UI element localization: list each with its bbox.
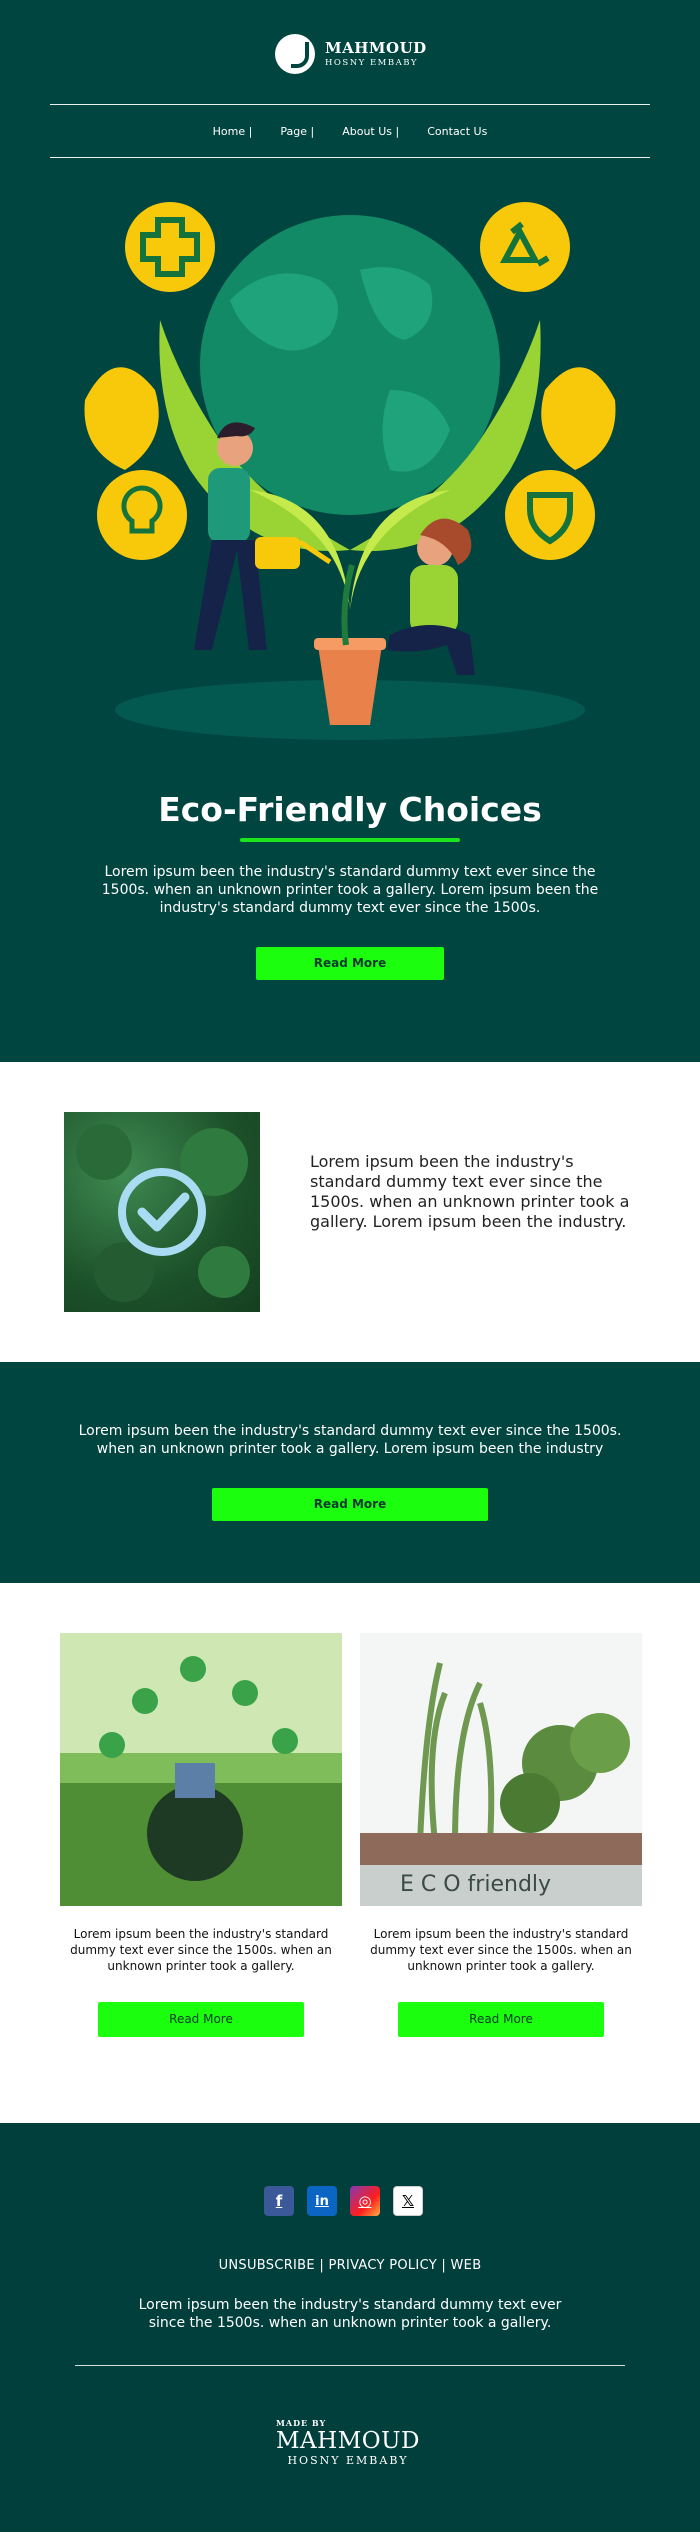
card-2-text: Lorem ipsum been the industry's standard… <box>370 1927 632 1973</box>
nav-contact-us[interactable]: Contact Us <box>413 125 501 138</box>
nav-page[interactable]: Page | <box>266 125 328 138</box>
feature-section: Lorem ipsum been the industry's standard… <box>0 1062 700 1362</box>
footer-links: UNSUBSCRIBE | PRIVACY POLICY | WEB <box>218 2258 482 2273</box>
made-by-subtitle: HOSNY EMBABY <box>287 2454 409 2467</box>
title-underline <box>240 838 460 842</box>
x-icon[interactable]: 𝕏 <box>393 2186 423 2216</box>
lightbulb-icon <box>97 470 187 560</box>
eco-illustration <box>84 202 616 740</box>
hero-title: Eco-Friendly Choices <box>158 790 542 829</box>
band-text: Lorem ipsum been the industry's standard… <box>78 1423 622 1457</box>
eco-globe-image <box>60 1633 342 1906</box>
footer-text: Lorem ipsum been the industry's standard… <box>138 2297 562 2331</box>
health-cross-icon <box>125 202 215 292</box>
forest-checkmark-image <box>64 1112 260 1312</box>
eco-friendly-plants-image: E C O friendly <box>360 1633 642 1906</box>
main-nav: Home | Page | About Us | Contact Us <box>0 125 700 138</box>
footer-divider <box>75 2365 625 2366</box>
card-1-read-more-button[interactable]: Read More <box>98 2002 304 2037</box>
recycle-icon <box>480 202 570 292</box>
feature-text: Lorem ipsum been the industry's standard… <box>310 1152 630 1231</box>
hero-text: Lorem ipsum been the industry's standard… <box>101 864 599 916</box>
hero-read-more-button[interactable]: Read More <box>256 947 444 980</box>
social-links: f in ◎ 𝕏 <box>264 2186 423 2216</box>
privacy-policy-link[interactable]: PRIVACY POLICY <box>328 2258 437 2273</box>
shield-icon <box>505 470 595 560</box>
web-link[interactable]: WEB <box>451 2258 482 2273</box>
instagram-icon[interactable]: ◎ <box>350 2186 380 2216</box>
linkedin-icon[interactable]: in <box>307 2186 337 2216</box>
card-2-read-more-button[interactable]: Read More <box>398 2002 604 2037</box>
brand-logo[interactable]: MAHMOUD HOSNY EMBABY <box>275 34 427 74</box>
cards-section: Lorem ipsum been the industry's standard… <box>0 1583 700 2123</box>
made-by-name: MAHMOUD <box>276 2428 420 2454</box>
nav-bottom-divider <box>50 157 650 158</box>
facebook-icon[interactable]: f <box>264 2186 294 2216</box>
nav-about-us[interactable]: About Us | <box>328 125 413 138</box>
card-2: E C O friendly Lorem ipsum been the indu… <box>360 1633 642 2037</box>
card-1: Lorem ipsum been the industry's standard… <box>60 1633 342 2037</box>
nav-home[interactable]: Home | <box>199 125 267 138</box>
footer-section: f in ◎ 𝕏 UNSUBSCRIBE | PRIVACY POLICY | … <box>0 2123 700 2532</box>
cta-band-section: Lorem ipsum been the industry's standard… <box>0 1362 700 1583</box>
brand-name: MAHMOUD <box>325 38 427 57</box>
checkmark-icon <box>137 1192 190 1232</box>
made-by-credit: MADE BY MAHMOUD HOSNY EMBABY <box>276 2419 420 2466</box>
card-1-text: Lorem ipsum been the industry's standard… <box>70 1927 332 1973</box>
logo-mark-icon <box>275 34 315 74</box>
nav-top-divider <box>50 104 650 105</box>
made-by-label: MADE BY <box>276 2418 327 2428</box>
hero-section: MAHMOUD HOSNY EMBABY Home | Page | About… <box>0 0 700 1062</box>
band-read-more-button[interactable]: Read More <box>212 1488 488 1521</box>
unsubscribe-link[interactable]: UNSUBSCRIBE <box>219 2258 315 2273</box>
svg-text:E C O friendly: E C O friendly <box>400 1872 551 1897</box>
brand-subtitle: HOSNY EMBABY <box>325 57 418 68</box>
